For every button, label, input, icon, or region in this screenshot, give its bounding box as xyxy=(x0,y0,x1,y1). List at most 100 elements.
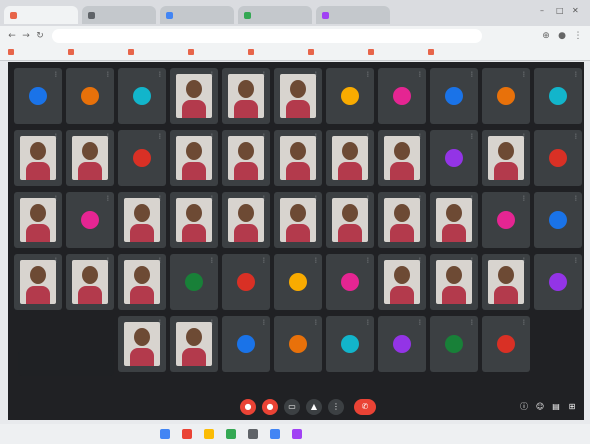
taskbar-app-icon[interactable] xyxy=(204,429,214,439)
taskbar-app-icon[interactable] xyxy=(270,429,280,439)
bookmark-item[interactable] xyxy=(68,49,76,57)
participant-tile[interactable]: ⋮ xyxy=(222,130,270,186)
browser-tab[interactable] xyxy=(238,6,312,24)
tile-options-icon[interactable]: ⋮ xyxy=(105,133,111,140)
participant-tile[interactable]: ⋮ xyxy=(14,130,62,186)
tile-options-icon[interactable]: ⋮ xyxy=(157,133,163,140)
tile-options-icon[interactable]: ⋮ xyxy=(105,195,111,202)
participant-tile[interactable]: ⋮ xyxy=(326,254,374,310)
participant-tile[interactable]: ⋮ xyxy=(326,130,374,186)
tile-options-icon[interactable]: ⋮ xyxy=(313,257,319,264)
tile-options-icon[interactable]: ⋮ xyxy=(365,133,371,140)
tile-options-icon[interactable]: ⋮ xyxy=(521,195,527,202)
minimize-icon[interactable]: – xyxy=(540,6,544,15)
extensions-icon[interactable]: ⊕ xyxy=(540,30,552,42)
participant-tile[interactable]: ⋮ xyxy=(430,130,478,186)
browser-tab[interactable] xyxy=(4,6,78,24)
tile-options-icon[interactable]: ⋮ xyxy=(105,257,111,264)
tile-options-icon[interactable]: ⋮ xyxy=(53,133,59,140)
address-bar[interactable] xyxy=(52,29,482,43)
tile-options-icon[interactable]: ⋮ xyxy=(157,319,163,326)
participant-tile[interactable]: ⋮ xyxy=(482,254,530,310)
tile-options-icon[interactable]: ⋮ xyxy=(469,133,475,140)
tile-options-icon[interactable]: ⋮ xyxy=(417,133,423,140)
forward-icon[interactable]: → xyxy=(20,30,32,42)
tile-options-icon[interactable]: ⋮ xyxy=(261,195,267,202)
participant-tile[interactable]: ⋮ xyxy=(274,68,322,124)
present-icon[interactable]: ▲ xyxy=(306,399,322,415)
tile-options-icon[interactable]: ⋮ xyxy=(53,257,59,264)
taskbar-app-icon[interactable] xyxy=(160,429,170,439)
participant-tile[interactable]: ⋮ xyxy=(118,68,166,124)
participant-tile[interactable]: ⋮ xyxy=(378,192,426,248)
participant-tile[interactable]: ⋮ xyxy=(274,316,322,372)
more-options-icon[interactable]: ⋮ xyxy=(328,399,344,415)
participant-tile[interactable]: ⋮ xyxy=(14,68,62,124)
tile-options-icon[interactable]: ⋮ xyxy=(261,71,267,78)
participant-tile[interactable]: ⋮ xyxy=(170,254,218,310)
bookmark-item[interactable] xyxy=(188,49,196,57)
tile-options-icon[interactable]: ⋮ xyxy=(313,319,319,326)
participant-tile[interactable]: ⋮ xyxy=(222,192,270,248)
participant-tile[interactable]: ⋮ xyxy=(326,316,374,372)
tile-options-icon[interactable]: ⋮ xyxy=(261,133,267,140)
captions-icon[interactable]: ▭ xyxy=(284,399,300,415)
tile-options-icon[interactable]: ⋮ xyxy=(469,319,475,326)
tile-options-icon[interactable]: ⋮ xyxy=(573,71,579,78)
participant-tile[interactable]: ⋮ xyxy=(430,192,478,248)
participant-tile[interactable]: ⋮ xyxy=(378,130,426,186)
tile-options-icon[interactable]: ⋮ xyxy=(209,195,215,202)
tile-options-icon[interactable]: ⋮ xyxy=(313,195,319,202)
participant-tile[interactable]: ⋮ xyxy=(118,316,166,372)
tile-options-icon[interactable]: ⋮ xyxy=(417,195,423,202)
participant-tile[interactable]: ⋮ xyxy=(118,254,166,310)
tile-options-icon[interactable]: ⋮ xyxy=(261,257,267,264)
browser-tab[interactable] xyxy=(160,6,234,24)
participant-tile[interactable]: ⋮ xyxy=(118,192,166,248)
participant-tile[interactable]: ⋮ xyxy=(534,130,582,186)
participant-tile[interactable]: ⋮ xyxy=(170,68,218,124)
participant-tile[interactable]: ⋮ xyxy=(66,254,114,310)
participant-tile[interactable]: ⋮ xyxy=(14,192,62,248)
tile-options-icon[interactable]: ⋮ xyxy=(365,319,371,326)
menu-icon[interactable]: ⋮ xyxy=(572,30,584,42)
participant-tile[interactable]: ⋮ xyxy=(66,130,114,186)
tile-options-icon[interactable]: ⋮ xyxy=(469,195,475,202)
tile-options-icon[interactable]: ⋮ xyxy=(573,195,579,202)
bookmark-item[interactable] xyxy=(308,49,316,57)
participant-tile[interactable]: ⋮ xyxy=(482,192,530,248)
participant-tile[interactable]: ⋮ xyxy=(170,192,218,248)
people-icon[interactable]: ☺ xyxy=(532,399,548,415)
participant-tile[interactable]: ⋮ xyxy=(482,316,530,372)
tile-options-icon[interactable]: ⋮ xyxy=(365,257,371,264)
info-icon[interactable]: ⓘ xyxy=(516,399,532,415)
tile-options-icon[interactable]: ⋮ xyxy=(313,133,319,140)
participant-tile[interactable]: ⋮ xyxy=(482,68,530,124)
end-call-icon[interactable]: ✆ xyxy=(354,399,376,415)
tile-options-icon[interactable]: ⋮ xyxy=(209,319,215,326)
participant-tile[interactable]: ⋮ xyxy=(326,68,374,124)
participant-tile[interactable]: ⋮ xyxy=(378,254,426,310)
bookmark-item[interactable] xyxy=(128,49,136,57)
tile-options-icon[interactable]: ⋮ xyxy=(313,71,319,78)
participant-tile[interactable]: ⋮ xyxy=(482,130,530,186)
mic-off-icon[interactable]: ● xyxy=(240,399,256,415)
participant-tile[interactable]: ⋮ xyxy=(534,68,582,124)
tile-options-icon[interactable]: ⋮ xyxy=(417,257,423,264)
tile-options-icon[interactable]: ⋮ xyxy=(573,257,579,264)
participant-tile[interactable]: ⋮ xyxy=(430,68,478,124)
tile-options-icon[interactable]: ⋮ xyxy=(209,257,215,264)
tile-options-icon[interactable]: ⋮ xyxy=(521,71,527,78)
participant-tile[interactable]: ⋮ xyxy=(14,254,62,310)
bookmark-item[interactable] xyxy=(248,49,256,57)
tile-options-icon[interactable]: ⋮ xyxy=(157,257,163,264)
tile-options-icon[interactable]: ⋮ xyxy=(469,257,475,264)
tile-options-icon[interactable]: ⋮ xyxy=(261,319,267,326)
tile-options-icon[interactable]: ⋮ xyxy=(521,257,527,264)
participant-tile[interactable]: ⋮ xyxy=(430,254,478,310)
participant-tile[interactable]: ⋮ xyxy=(170,130,218,186)
participant-tile[interactable]: ⋮ xyxy=(534,192,582,248)
participant-tile[interactable]: ⋮ xyxy=(430,316,478,372)
participant-tile[interactable]: ⋮ xyxy=(222,254,270,310)
participant-tile[interactable]: ⋮ xyxy=(66,192,114,248)
